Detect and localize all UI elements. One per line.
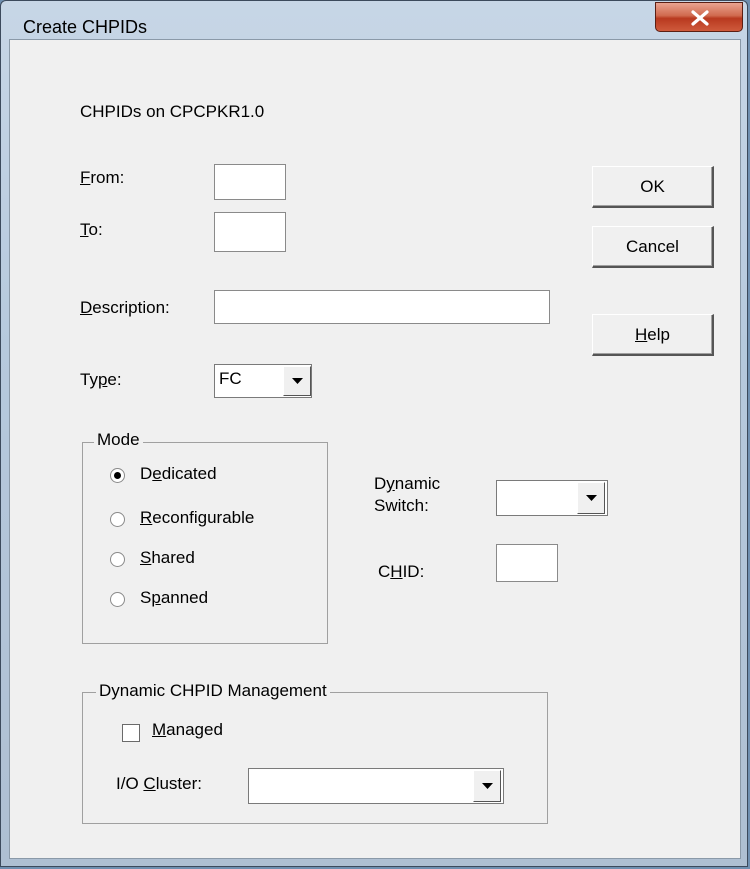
chid-input[interactable] — [496, 544, 558, 582]
window-title: Create CHPIDs — [23, 17, 148, 37]
managed-checkbox[interactable] — [122, 724, 140, 742]
io-cluster-dropdown-button[interactable] — [473, 770, 501, 802]
managed-label[interactable]: Managed — [152, 720, 223, 740]
description-input[interactable] — [214, 290, 550, 324]
radio-dedicated[interactable] — [110, 468, 125, 483]
dialog-client-area: CHPIDs on CPCPKR1.0 From: To: Descriptio… — [9, 39, 741, 859]
chevron-down-icon — [292, 378, 303, 384]
type-select-value: FC — [219, 369, 242, 388]
to-input[interactable] — [214, 212, 286, 252]
close-icon — [691, 10, 709, 26]
ok-button[interactable]: OK — [592, 166, 714, 208]
from-input[interactable] — [214, 164, 286, 200]
dynamic-switch-label-line2: Switch: — [374, 496, 429, 515]
type-select[interactable]: FC — [214, 364, 312, 398]
radio-selected-dot — [114, 472, 121, 479]
to-label: To: — [80, 220, 103, 239]
io-cluster-label: I/O Cluster: — [116, 774, 202, 793]
radio-reconfigurable[interactable] — [110, 512, 125, 527]
radio-spanned[interactable] — [110, 592, 125, 607]
type-dropdown-button[interactable] — [283, 366, 311, 396]
radio-shared-label[interactable]: Shared — [140, 548, 195, 568]
dynamic-switch-select[interactable] — [496, 480, 608, 516]
radio-dedicated-label[interactable]: Dedicated — [140, 464, 217, 484]
radio-reconfigurable-label[interactable]: Reconfigurable — [140, 508, 254, 528]
dcm-group — [82, 692, 548, 824]
chid-label: CHID: — [378, 562, 425, 581]
dcm-group-title: Dynamic CHPID Management — [96, 681, 330, 701]
radio-shared[interactable] — [110, 552, 125, 567]
dynamic-switch-dropdown-button[interactable] — [577, 482, 605, 514]
radio-spanned-label[interactable]: Spanned — [140, 588, 208, 608]
description-label: Description: — [80, 298, 170, 317]
title-bar[interactable]: Create CHPIDs — [1, 1, 747, 39]
close-button[interactable] — [655, 2, 743, 32]
help-button[interactable]: Help — [592, 314, 714, 356]
io-cluster-select[interactable] — [248, 768, 504, 804]
cancel-button[interactable]: Cancel — [592, 226, 714, 268]
chevron-down-icon — [482, 783, 493, 789]
cpc-caption: CHPIDs on CPCPKR1.0 — [80, 102, 265, 121]
from-label: From: — [80, 168, 125, 187]
mode-group-title: Mode — [94, 430, 143, 450]
type-label: Type: — [80, 370, 122, 389]
create-chpids-dialog: Create CHPIDs CHPIDs on CPCPKR1.0 From: … — [0, 0, 748, 867]
chevron-down-icon — [586, 495, 597, 501]
dynamic-switch-label: Dynamic — [374, 474, 441, 493]
